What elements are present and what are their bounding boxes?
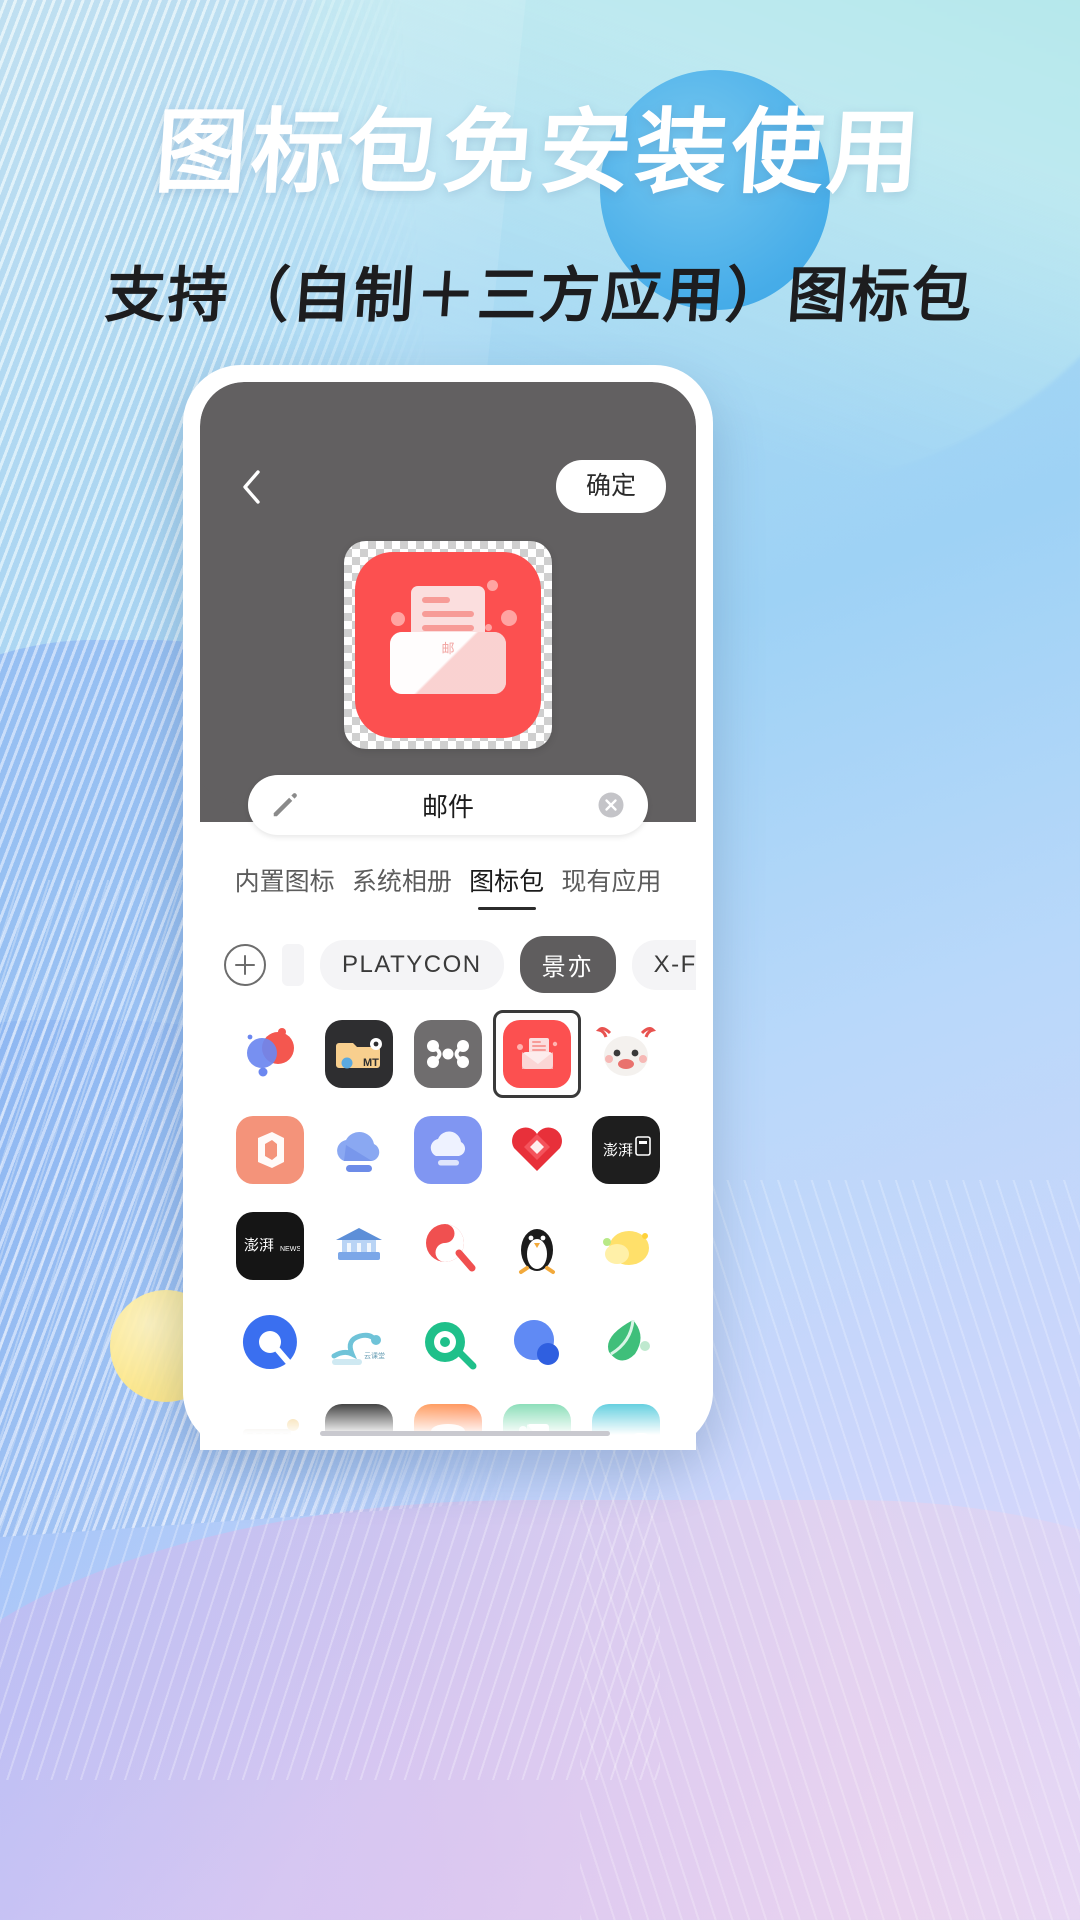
icon-cell[interactable] [411, 1113, 485, 1187]
chip-platycon[interactable]: PLATYCON [320, 939, 504, 990]
icon-cell[interactable] [411, 1305, 485, 1379]
mail-app-icon[interactable]: 邮 [355, 552, 541, 738]
cloud-blue-icon [337, 1131, 380, 1172]
icon-cell[interactable] [411, 1209, 485, 1283]
chip-partial-left [282, 943, 304, 986]
source-tabs: 内置图标 系统相册 图标包 现有应用 [200, 822, 696, 910]
sparkle-dot [487, 580, 498, 591]
lemon-yellow-icon [602, 1231, 649, 1265]
promo-headline: 图标包免安装使用 [151, 98, 928, 206]
confirm-button[interactable]: 确定 [555, 460, 666, 513]
office-icon [236, 1116, 305, 1184]
icon-cell[interactable] [322, 1113, 396, 1187]
icon-grid[interactable]: MT 澎湃 澎湃 NEWS 云课堂 [200, 993, 696, 1450]
deer-mascot-icon [595, 1027, 656, 1076]
icon-name-input[interactable]: 邮件 [248, 775, 648, 835]
plus-circle-icon[interactable] [224, 943, 266, 986]
phone-mockup: 确定 邮 邮件 内置图标 系统相册 图标包 现有应用 PLATYCON 景亦 X… [183, 365, 713, 1450]
transparency-checkerboard: 邮 [344, 541, 552, 749]
icon-cell[interactable] [411, 1017, 485, 1091]
mail-app-icon [502, 1020, 571, 1088]
icon-preview-area: 邮 [200, 541, 696, 749]
tab-existing-apps[interactable]: 现有应用 [561, 862, 661, 910]
icon-cell[interactable] [500, 1113, 574, 1187]
icon-cell[interactable] [322, 1209, 396, 1283]
icon-cell[interactable] [233, 1113, 307, 1187]
heart-red-icon [511, 1127, 562, 1171]
promo-subheadline: 支持（自制＋三方应用）图标包 [103, 261, 977, 331]
bottom-fade-overlay [200, 1396, 696, 1450]
icon-editor-header: 确定 邮 邮件 [200, 382, 696, 835]
museum-icon [336, 1228, 383, 1260]
icon-cell[interactable] [500, 1305, 574, 1379]
icon-cell[interactable] [589, 1305, 663, 1379]
quark-browser-icon [243, 1315, 298, 1369]
icon-cell[interactable]: 澎湃 NEWS [233, 1209, 307, 1283]
icon-name-row: 邮件 [200, 775, 696, 835]
icon-cell-selected[interactable] [492, 1010, 581, 1098]
icon-pack-chip-row[interactable]: PLATYCON 景亦 X-FLAT COR [200, 910, 696, 993]
pengpai-icon: 澎湃 [591, 1116, 660, 1184]
wechat-green-icon [424, 1322, 477, 1370]
venn-circles-icon [247, 1028, 295, 1077]
chip-jingyi[interactable]: 景亦 [519, 936, 616, 993]
icon-glyph-label: 邮 [441, 642, 455, 657]
leaf-green-icon [607, 1319, 650, 1361]
icon-badge-label: 澎湃 [603, 1141, 633, 1159]
penguin-icon [518, 1229, 555, 1274]
chip-x-flat[interactable]: X-FLAT [631, 939, 696, 990]
chevron-left-icon [243, 469, 260, 504]
icon-badge-label: MT [363, 1057, 379, 1069]
header-toolbar: 确定 [200, 382, 696, 513]
icon-badge-label: 澎湃 [244, 1236, 274, 1254]
svg-text:NEWS: NEWS [280, 1246, 300, 1253]
icon-cell[interactable]: MT [322, 1017, 396, 1091]
icon-cell[interactable] [233, 1305, 307, 1379]
back-button[interactable] [230, 465, 274, 509]
mt-manager-icon: MT [325, 1020, 394, 1088]
blue-sphere-icon [513, 1320, 559, 1365]
icon-cell[interactable]: 澎湃 [589, 1113, 663, 1187]
sparkle-dot [391, 612, 405, 626]
tab-system-album[interactable]: 系统相册 [352, 862, 452, 910]
clear-circle-icon[interactable] [596, 790, 626, 820]
icon-badge-label: 云课堂 [364, 1351, 385, 1360]
tab-builtin-icons[interactable]: 内置图标 [235, 862, 335, 910]
sparkle-dot [501, 610, 517, 626]
promo-text-block: 图标包免安装使用 支持（自制＋三方应用）图标包 [0, 0, 1080, 334]
qq-music-icon [425, 1224, 476, 1272]
dumbbell-tool-icon [413, 1020, 482, 1088]
icon-cell[interactable] [589, 1209, 663, 1283]
icon-name-value[interactable]: 邮件 [300, 787, 596, 824]
icon-cell[interactable]: 云课堂 [322, 1305, 396, 1379]
pengpai-news-icon: 澎湃 NEWS [236, 1212, 305, 1280]
icon-cell[interactable] [233, 1017, 307, 1091]
tab-icon-pack[interactable]: 图标包 [469, 862, 544, 910]
sparkle-dot [485, 624, 492, 631]
pencil-icon[interactable] [270, 790, 300, 820]
icon-cell[interactable] [589, 1017, 663, 1091]
snake-cloud-icon: 云课堂 [331, 1332, 385, 1365]
icon-cell[interactable] [500, 1209, 574, 1283]
phone-screen: 确定 邮 邮件 内置图标 系统相册 图标包 现有应用 PLATYCON 景亦 X… [200, 382, 696, 1450]
cloud-drive-icon [413, 1116, 482, 1184]
horizontal-scroll-indicator[interactable] [320, 1431, 610, 1436]
